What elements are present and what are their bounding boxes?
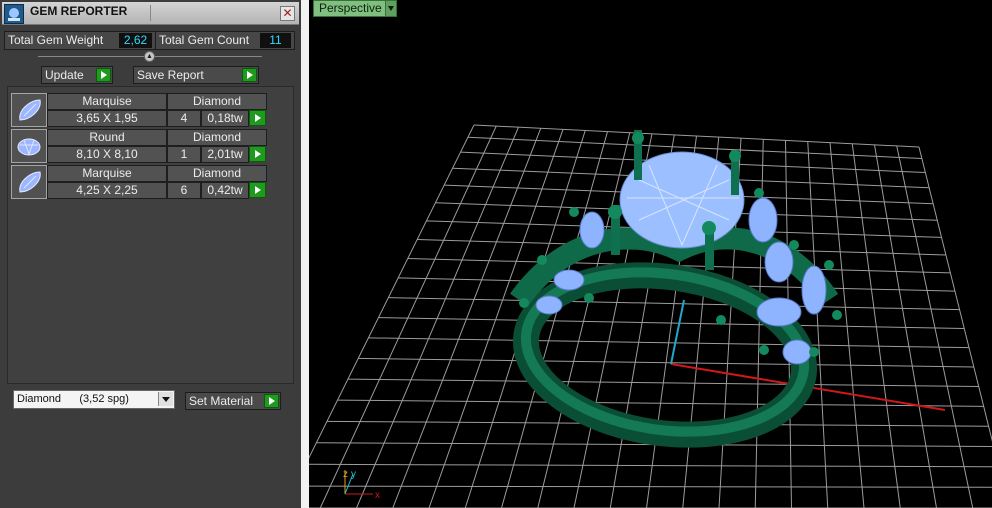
- total-gem-weight: Total Gem Weight 2,62: [4, 31, 156, 50]
- total-gem-count: Total Gem Count 11: [155, 31, 295, 50]
- gem-material: Diamond: [167, 129, 267, 146]
- collapse-toggle-icon[interactable]: ▲: [144, 51, 155, 62]
- scene-canvas[interactable]: z y x: [309, 0, 992, 508]
- grid-line: [896, 145, 974, 508]
- gem-row[interactable]: Round Diamond 8,10 X 8,10 1 2,01tw: [11, 129, 267, 163]
- total-gem-count-value: 11: [260, 33, 291, 48]
- gem-reporter-app-icon: [4, 4, 24, 24]
- play-arrow-icon: [96, 68, 111, 82]
- close-icon[interactable]: ✕: [280, 6, 295, 21]
- panel-titlebar: GEM REPORTER ✕: [2, 2, 299, 25]
- grid-line: [807, 141, 829, 508]
- grid-line: [378, 317, 965, 330]
- select-gem-arrow-icon[interactable]: [249, 110, 266, 126]
- gem-size: 4,25 X 2,25: [47, 182, 167, 199]
- gem-count: 4: [167, 110, 201, 127]
- gem-row[interactable]: Marquise Diamond 4,25 X 2,25 6 0,42tw: [11, 165, 267, 199]
- axis-x-label: x: [375, 490, 380, 501]
- grid-line: [388, 297, 960, 311]
- gem-list[interactable]: Marquise Diamond 3,65 X 1,95 4 0,18tw Ro…: [7, 86, 294, 384]
- grid-line: [851, 143, 901, 508]
- set-material-button-label: Set Material: [189, 394, 254, 408]
- grid-line: [309, 463, 992, 468]
- marquise-gem-icon: [11, 93, 47, 127]
- gem-weight: 0,42tw: [201, 182, 249, 199]
- play-arrow-icon: [242, 68, 257, 82]
- update-button[interactable]: Update: [41, 66, 113, 84]
- gem-reporter-panel: GEM REPORTER ✕ Total Gem Weight 2,62 Tot…: [0, 0, 301, 508]
- round-gem-icon: [11, 129, 47, 163]
- axis-z-label: z: [343, 469, 348, 480]
- perspective-viewport[interactable]: z y x Perspective: [309, 0, 992, 508]
- title-separator: [150, 5, 151, 21]
- gem-row[interactable]: Marquise Diamond 3,65 X 1,95 4 0,18tw: [11, 93, 267, 127]
- gem-size: 8,10 X 8,10: [47, 146, 167, 163]
- material-select[interactable]: Diamond (3,52 spg): [13, 390, 175, 409]
- set-material-button[interactable]: Set Material: [185, 392, 281, 410]
- chevron-down-icon[interactable]: [158, 392, 173, 406]
- total-gem-count-label: Total Gem Count: [159, 33, 250, 47]
- axis-y-label: y: [351, 469, 356, 480]
- gem-weight: 2,01tw: [201, 146, 249, 163]
- save-report-button-label: Save Report: [137, 68, 204, 82]
- grid-line: [309, 485, 992, 488]
- play-arrow-icon: [264, 394, 279, 408]
- total-gem-weight-value: 2,62: [119, 33, 152, 48]
- gem-weight: 0,18tw: [201, 110, 249, 127]
- grid-line: [874, 144, 937, 508]
- grid-line: [319, 125, 497, 508]
- gem-shape: Marquise: [47, 165, 167, 182]
- gem-count: 6: [167, 182, 201, 199]
- panel-title: GEM REPORTER: [30, 4, 128, 18]
- gem-material: Diamond: [167, 165, 267, 182]
- panel-splitter[interactable]: [301, 0, 309, 508]
- gem-count: 1: [167, 146, 201, 163]
- select-gem-arrow-icon[interactable]: [249, 146, 266, 162]
- update-button-label: Update: [45, 68, 84, 82]
- view-mode-tab[interactable]: Perspective: [313, 0, 388, 17]
- save-report-button[interactable]: Save Report: [133, 66, 259, 84]
- select-gem-arrow-icon[interactable]: [249, 182, 266, 198]
- gem-shape: Marquise: [47, 93, 167, 110]
- gem-size: 3,65 X 1,95: [47, 110, 167, 127]
- marquise-gem-icon: [11, 165, 47, 199]
- material-select-value: Diamond (3,52 spg): [17, 393, 129, 405]
- gem-shape: Round: [47, 129, 167, 146]
- grid-line: [473, 124, 920, 148]
- total-gem-weight-label: Total Gem Weight: [8, 33, 104, 47]
- gem-material: Diamond: [167, 93, 267, 110]
- chevron-down-icon[interactable]: [385, 0, 397, 17]
